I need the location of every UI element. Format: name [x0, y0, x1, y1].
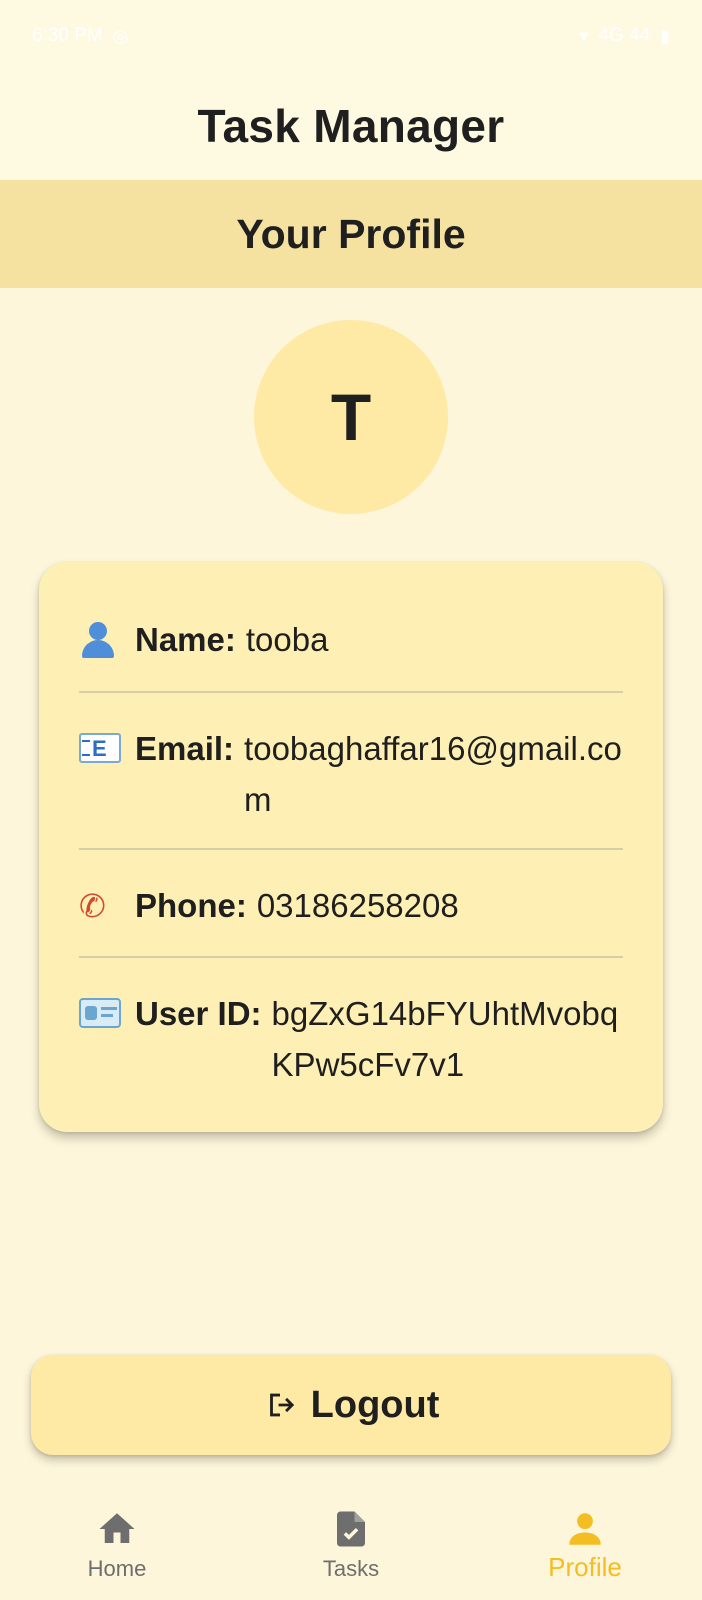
email-icon: E	[79, 723, 135, 778]
profile-icon	[569, 1513, 601, 1545]
nav-item-tasks[interactable]: Tasks	[234, 1480, 468, 1600]
email-label: Email:	[135, 730, 235, 767]
profile-row-email: E Email: toobaghaffar16@gmail.com	[79, 693, 623, 848]
phone-value: 03186258208	[256, 887, 459, 924]
profile-row-name: Name: tooba	[79, 562, 623, 691]
status-right: ▾ 4G 44 ▮	[579, 25, 670, 47]
bottom-nav: Home Tasks Profile	[0, 1480, 702, 1600]
nav-label-tasks: Tasks	[322, 1556, 380, 1581]
notification-icon: ◎	[112, 25, 129, 46]
user-id-label: User ID:	[135, 995, 262, 1032]
user-id-value: bgZxG14bFYUhtMvobqKPw5cFv7v1	[271, 995, 619, 1083]
name-value: tooba	[245, 621, 329, 658]
profile-row-user-id: User ID: bgZxG14bFYUhtMvobqKPw5cFv7v1	[79, 958, 623, 1090]
logout-label: Logout	[310, 1383, 440, 1426]
section-header: Your Profile	[0, 180, 702, 288]
nav-item-profile[interactable]: Profile	[468, 1480, 702, 1600]
section-title: Your Profile	[236, 210, 466, 257]
home-icon	[99, 1513, 135, 1543]
profile-card: Name: tooba E Email: toobaghaffar16@gmai…	[39, 562, 663, 1132]
name-label: Name:	[135, 621, 236, 658]
nav-label-home: Home	[87, 1556, 147, 1581]
status-time: 6:30 PM	[32, 25, 103, 46]
profile-row-phone: ✆ Phone: 03186258208	[79, 850, 623, 956]
phone-icon: ✆	[79, 888, 106, 924]
status-left: 6:30 PM ◎	[32, 25, 128, 47]
status-right-text: 4G 44	[598, 25, 651, 46]
nav-label-profile: Profile	[548, 1552, 622, 1582]
tasks-icon	[337, 1511, 365, 1547]
status-bar: 6:30 PM ◎ ▾ 4G 44 ▮	[0, 0, 702, 72]
phone-label: Phone:	[135, 887, 247, 924]
person-icon	[79, 614, 135, 673]
battery-icon: ▮	[660, 25, 670, 46]
app-title: Task Manager	[197, 100, 505, 152]
id-card-icon	[79, 988, 135, 1043]
logout-button[interactable]: Logout	[31, 1355, 671, 1455]
app-bar: Task Manager	[0, 72, 702, 180]
wifi-icon: ▾	[579, 25, 589, 46]
nav-item-home[interactable]: Home	[0, 1480, 234, 1600]
avatar: T	[254, 320, 448, 514]
avatar-initial: T	[330, 380, 372, 454]
profile-screen: 6:30 PM ◎ ▾ 4G 44 ▮ Task Manager Your Pr…	[0, 0, 702, 1600]
logout-icon	[269, 1393, 294, 1417]
email-value: toobaghaffar16@gmail.com	[244, 730, 622, 818]
